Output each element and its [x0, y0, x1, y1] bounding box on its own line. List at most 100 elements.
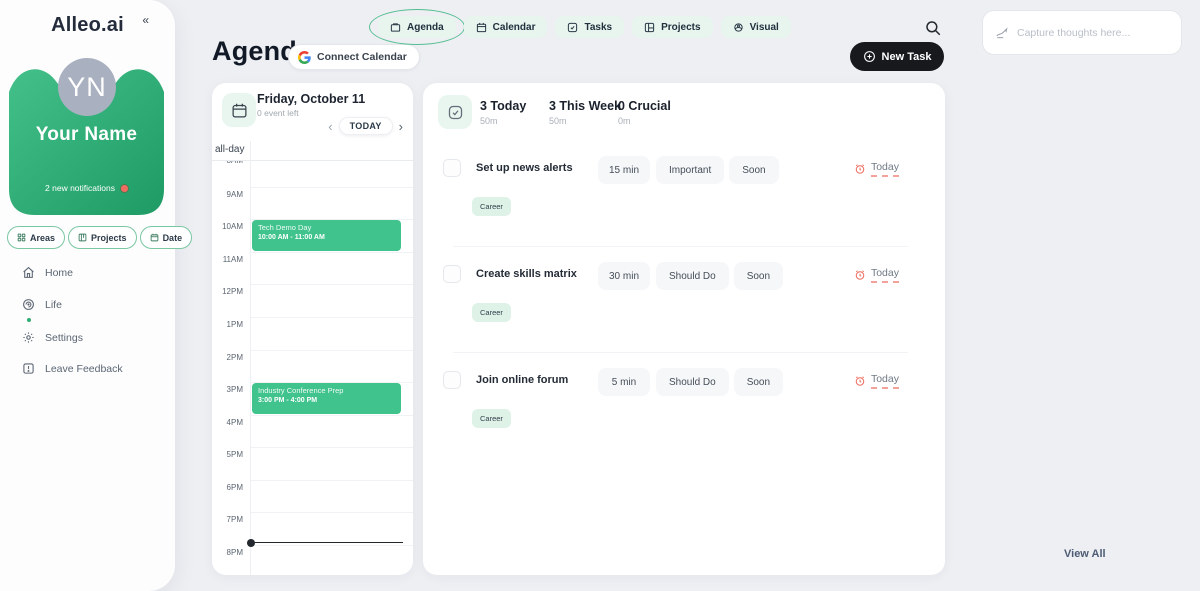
all-day-label: all-day [215, 144, 244, 155]
alarm-clock-icon [854, 269, 866, 281]
all-day-row: all-day [212, 141, 413, 161]
search-icon[interactable] [924, 19, 942, 37]
hour-line [250, 447, 413, 448]
event-title: Industry Conference Prep [258, 386, 395, 395]
tasks-header-icon-box [438, 95, 472, 129]
logo-suffix: .ai [101, 14, 124, 36]
feedback-icon [22, 362, 35, 375]
event-time: 3:00 PM - 4:00 PM [258, 397, 395, 404]
hour-line [250, 415, 413, 416]
prev-day-icon[interactable]: ‹ [328, 120, 332, 133]
task-checkbox[interactable] [443, 265, 461, 283]
hour-label: 3PM [212, 385, 243, 394]
notifications-label: 2 new notifications [45, 183, 115, 193]
stat-today-count: 3 Today [480, 99, 549, 113]
alarm-clock-icon [854, 375, 866, 387]
next-day-icon[interactable]: › [399, 120, 403, 133]
task-priority-pill[interactable]: Should Do [656, 368, 729, 396]
task-due[interactable]: Today [854, 373, 899, 389]
filter-date[interactable]: Date [140, 226, 193, 249]
current-time-dot[interactable] [247, 539, 255, 547]
task-row: Set up news alerts 15 min Important Soon… [443, 156, 925, 251]
sidebar-item-settings[interactable]: Settings [22, 331, 83, 344]
notification-dot-icon [121, 185, 128, 192]
home-icon [22, 266, 35, 279]
task-checkbox[interactable] [443, 371, 461, 389]
logo-text: Alleo [51, 14, 101, 36]
capture-thoughts-box [982, 10, 1182, 55]
task-duration-pill[interactable]: 5 min [598, 368, 650, 396]
stat-today: 3 Today 50m [480, 99, 549, 126]
checkbox-icon [447, 104, 464, 121]
task-priority-pill[interactable]: Important [656, 156, 724, 184]
task-divider [453, 352, 908, 353]
task-due[interactable]: Today [854, 267, 899, 283]
calendar-icon [231, 102, 248, 119]
notifications[interactable]: 2 new notifications [9, 183, 164, 193]
task-tag-career[interactable]: Career [472, 409, 511, 428]
task-due[interactable]: Today [854, 161, 899, 177]
task-due-label: Today [871, 267, 899, 283]
stat-this-week-time: 50m [549, 116, 618, 126]
tab-projects[interactable]: Projects [632, 16, 712, 38]
task-due-label: Today [871, 161, 899, 177]
tab-agenda[interactable]: Agenda [378, 16, 456, 38]
task-urgency-pill[interactable]: Soon [734, 262, 783, 290]
collapse-sidebar-icon[interactable]: « [142, 13, 149, 27]
calendar-event[interactable]: Tech Demo Day 10:00 AM - 11:00 AM [252, 220, 401, 251]
filter-areas-label: Areas [30, 233, 55, 243]
tab-calendar[interactable]: Calendar [464, 16, 548, 38]
calendar-icon [476, 22, 487, 33]
task-title[interactable]: Set up news alerts [476, 162, 573, 174]
task-priority-pill[interactable]: Should Do [656, 262, 729, 290]
task-divider [453, 246, 908, 247]
task-title[interactable]: Join online forum [476, 374, 568, 386]
tasks-panel: 3 Today 50m 3 This Week 50m 0 Crucial 0m… [423, 83, 945, 575]
tab-tasks-label: Tasks [584, 22, 612, 33]
sidebar-item-feedback[interactable]: Leave Feedback [22, 362, 123, 375]
tab-tasks[interactable]: Tasks [555, 16, 624, 38]
stat-today-time: 50m [480, 116, 549, 126]
filter-areas[interactable]: Areas [7, 226, 65, 249]
scribble-pen-icon [995, 26, 1009, 40]
hour-line [250, 512, 413, 513]
capture-thoughts-input[interactable] [1017, 27, 1169, 39]
sidebar-item-home[interactable]: Home [22, 266, 73, 279]
task-tag-career[interactable]: Career [472, 197, 511, 216]
task-urgency-pill[interactable]: Soon [734, 368, 783, 396]
tab-visual[interactable]: Visual [721, 16, 791, 38]
connect-calendar-button[interactable]: Connect Calendar [288, 44, 420, 70]
stat-crucial-count: 0 Crucial [618, 99, 671, 113]
avatar[interactable]: YN [58, 58, 116, 116]
today-button[interactable]: TODAY [339, 117, 393, 135]
stat-this-week-count: 3 This Week [549, 99, 618, 113]
stat-crucial: 0 Crucial 0m [618, 99, 671, 126]
new-task-label: New Task [882, 51, 932, 63]
new-task-button[interactable]: New Task [850, 42, 944, 71]
hour-label: 8PM [212, 548, 243, 557]
user-name: Your Name [9, 124, 164, 146]
sidebar-item-settings-label: Settings [45, 332, 83, 344]
projects-icon [78, 233, 87, 242]
sidebar: Alleo.ai « YN Your Name 2 new notificati… [0, 0, 175, 591]
sidebar-item-life-label: Life [45, 299, 62, 311]
view-all-link[interactable]: View All [1064, 548, 1106, 560]
task-duration-pill[interactable]: 15 min [598, 156, 650, 184]
calendar-events-left: 0 event left [257, 108, 299, 118]
hour-label: 12PM [212, 287, 243, 296]
task-row: Create skills matrix 30 min Should Do So… [443, 262, 925, 357]
task-checkbox[interactable] [443, 159, 461, 177]
areas-icon [17, 233, 26, 242]
calendar-icon [150, 233, 159, 242]
task-title[interactable]: Create skills matrix [476, 268, 577, 280]
task-urgency-pill[interactable]: Soon [729, 156, 778, 184]
calendar-panel: Friday, October 11 0 event left ‹ TODAY … [212, 83, 413, 575]
calendar-event[interactable]: Industry Conference Prep 3:00 PM - 4:00 … [252, 383, 401, 414]
task-due-label: Today [871, 373, 899, 389]
calendar-time-grid: 8AM 9AM 10AM 11AM 12PM 1PM 2PM 3PM 4PM 5… [212, 141, 413, 575]
filter-projects[interactable]: Projects [68, 226, 137, 249]
task-tag-career[interactable]: Career [472, 303, 511, 322]
task-duration-pill[interactable]: 30 min [598, 262, 650, 290]
sidebar-item-life[interactable]: Life [22, 298, 62, 311]
hour-line [250, 252, 413, 253]
